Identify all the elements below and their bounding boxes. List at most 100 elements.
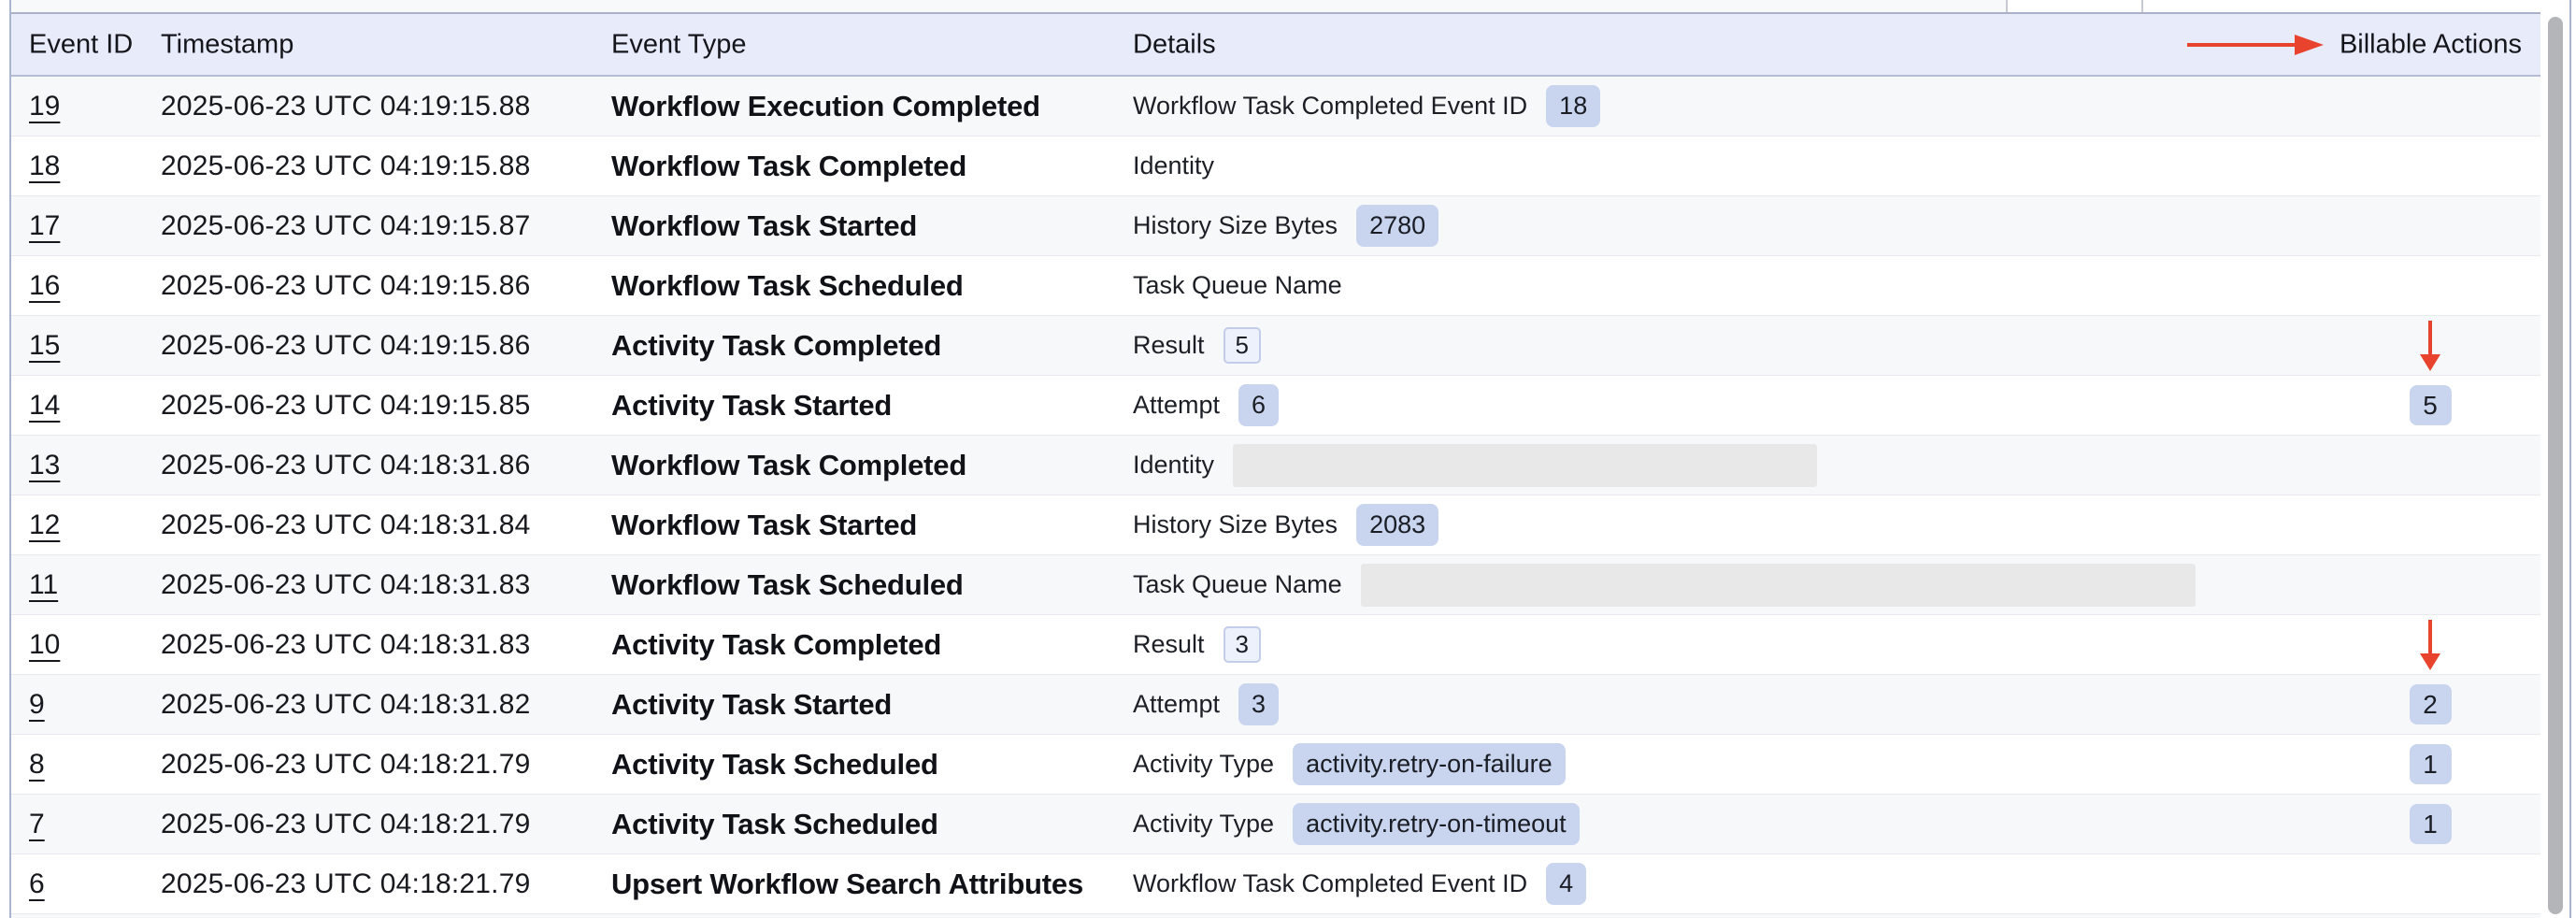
table-row[interactable]: 18 2025-06-23 UTC 04:19:15.88 Workflow T… [11, 136, 2540, 196]
billable-actions-cell [2355, 436, 2505, 495]
billable-actions-cell: 1 [2355, 735, 2505, 794]
table-row[interactable]: 12 2025-06-23 UTC 04:18:31.84 Workflow T… [11, 495, 2540, 555]
detail-value-badge: 5 [1224, 327, 1261, 364]
timestamp-text: 2025-06-23 UTC 04:18:21.79 [161, 749, 530, 781]
event-id-link[interactable]: 8 [29, 749, 45, 781]
timestamp-text: 2025-06-23 UTC 04:18:31.82 [161, 689, 530, 721]
table-row[interactable]: 17 2025-06-23 UTC 04:19:15.87 Workflow T… [11, 196, 2540, 256]
event-id-link[interactable]: 12 [29, 509, 60, 541]
detail-value-badge: 2780 [1356, 205, 1438, 246]
detail-value-badge: activity.retry-on-timeout [1293, 803, 1580, 844]
table-row[interactable]: 16 2025-06-23 UTC 04:19:15.86 Workflow T… [11, 256, 2540, 316]
event-type-text: Activity Task Completed [611, 329, 941, 363]
table-row[interactable]: 13 2025-06-23 UTC 04:18:31.86 Workflow T… [11, 436, 2540, 495]
detail-value-badge: 18 [1546, 85, 1600, 126]
detail-label: Attempt [1133, 690, 1220, 719]
detail-value-badge: 4 [1546, 863, 1586, 904]
timestamp-text: 2025-06-23 UTC 04:19:15.88 [161, 91, 530, 122]
event-id-link[interactable]: 18 [29, 151, 60, 182]
table-row[interactable]: 15 2025-06-23 UTC 04:19:15.86 Activity T… [11, 316, 2540, 376]
event-id-link[interactable]: 9 [29, 689, 45, 721]
billable-actions-cell [2355, 316, 2505, 375]
billable-actions-cell [2355, 555, 2505, 614]
detail-label: Task Queue Name [1133, 271, 1342, 300]
event-id-link[interactable]: 17 [29, 210, 60, 242]
detail-value-badge: 3 [1224, 626, 1261, 663]
event-id-link[interactable]: 11 [29, 569, 58, 601]
event-id-link[interactable]: 16 [29, 270, 60, 302]
timestamp-text: 2025-06-23 UTC 04:18:21.79 [161, 809, 530, 840]
event-type-text: Workflow Execution Completed [611, 90, 1040, 123]
red-down-arrow-icon [2418, 319, 2442, 373]
timestamp-text: 2025-06-23 UTC 04:19:15.87 [161, 210, 530, 242]
billable-actions-cell [2355, 854, 2505, 913]
table-row[interactable]: 10 2025-06-23 UTC 04:18:31.83 Activity T… [11, 615, 2540, 675]
event-type-text: Activity Task Completed [611, 628, 941, 662]
event-id-link[interactable]: 14 [29, 390, 60, 422]
table-row[interactable]: 9 2025-06-23 UTC 04:18:31.82 Activity Ta… [11, 675, 2540, 735]
billable-actions-cell [2355, 256, 2505, 315]
timestamp-text: 2025-06-23 UTC 04:18:21.79 [161, 868, 530, 900]
table-row[interactable]: 8 2025-06-23 UTC 04:18:21.79 Activity Ta… [11, 735, 2540, 795]
detail-label: Workflow Task Completed Event ID [1133, 869, 1527, 898]
billable-actions-cell: 2 [2355, 675, 2505, 734]
event-type-text: Workflow Task Completed [611, 449, 966, 482]
billable-count-badge: 1 [2410, 744, 2452, 785]
event-type-text: Workflow Task Scheduled [611, 269, 964, 303]
event-type-text: Workflow Task Started [611, 209, 917, 243]
detail-label: History Size Bytes [1133, 211, 1338, 240]
detail-label: Result [1133, 630, 1205, 659]
table-row[interactable]: 19 2025-06-23 UTC 04:19:15.88 Workflow E… [11, 77, 2540, 136]
timestamp-text: 2025-06-23 UTC 04:19:15.86 [161, 270, 530, 302]
red-down-arrow-icon [2418, 618, 2442, 672]
event-id-link[interactable]: 15 [29, 330, 60, 362]
detail-label: Activity Type [1133, 810, 1274, 839]
billable-actions-cell [2355, 196, 2505, 255]
event-type-text: Activity Task Started [611, 389, 892, 423]
billable-actions-cell: 5 [2355, 376, 2505, 435]
scrollbar-thumb[interactable] [2548, 17, 2563, 914]
event-id-link[interactable]: 10 [29, 629, 60, 661]
detail-label: Attempt [1133, 391, 1220, 420]
detail-label: Identity [1133, 451, 1214, 480]
event-id-link[interactable]: 13 [29, 450, 60, 481]
detail-value-badge: 3 [1238, 683, 1279, 724]
top-toolbar-divider [2141, 0, 2143, 12]
timestamp-text: 2025-06-23 UTC 04:18:31.83 [161, 629, 530, 661]
table-header: Event ID Timestamp Event Type Details Bi… [11, 12, 2540, 77]
column-header-billable-actions: Billable Actions [2340, 29, 2522, 60]
timestamp-text: 2025-06-23 UTC 04:18:31.86 [161, 450, 530, 481]
event-type-text: Workflow Task Scheduled [611, 568, 964, 602]
top-toolbar-remnant [11, 0, 2007, 12]
timestamp-text: 2025-06-23 UTC 04:19:15.85 [161, 390, 530, 422]
billable-count-badge: 5 [2410, 385, 2452, 426]
timestamp-text: 2025-06-23 UTC 04:18:31.83 [161, 569, 530, 601]
detail-label: History Size Bytes [1133, 510, 1338, 539]
billable-count-badge: 1 [2410, 804, 2452, 845]
detail-label: Result [1133, 331, 1205, 360]
detail-value-badge: activity.retry-on-failure [1293, 743, 1566, 784]
red-right-arrow-icon [2185, 32, 2327, 58]
event-type-text: Upsert Workflow Search Attributes [611, 868, 1083, 901]
event-type-text: Activity Task Started [611, 688, 892, 722]
column-header-details: Details [1133, 29, 1216, 60]
table-row[interactable]: 14 2025-06-23 UTC 04:19:15.85 Activity T… [11, 376, 2540, 436]
detail-value-badge: 2083 [1356, 504, 1438, 545]
detail-label: Workflow Task Completed Event ID [1133, 92, 1527, 121]
event-id-link[interactable]: 6 [29, 868, 45, 900]
table-row[interactable]: 7 2025-06-23 UTC 04:18:21.79 Activity Ta… [11, 795, 2540, 854]
billable-actions-cell [2355, 77, 2505, 136]
page-right-border [2569, 0, 2571, 918]
event-id-link[interactable]: 19 [29, 91, 60, 122]
table-row[interactable]: 6 2025-06-23 UTC 04:18:21.79 Upsert Work… [11, 854, 2540, 914]
billable-actions-cell: 1 [2355, 795, 2505, 853]
billable-actions-cell [2355, 136, 2505, 195]
redacted-value-box [1233, 444, 1817, 487]
next-row-sliver [11, 914, 2540, 918]
table-row[interactable]: 11 2025-06-23 UTC 04:18:31.83 Workflow T… [11, 555, 2540, 615]
redacted-value-box [1361, 564, 2196, 607]
billable-actions-cell [2355, 495, 2505, 554]
event-type-text: Workflow Task Started [611, 509, 917, 542]
event-id-link[interactable]: 7 [29, 809, 45, 840]
column-header-event-type: Event Type [611, 29, 747, 60]
